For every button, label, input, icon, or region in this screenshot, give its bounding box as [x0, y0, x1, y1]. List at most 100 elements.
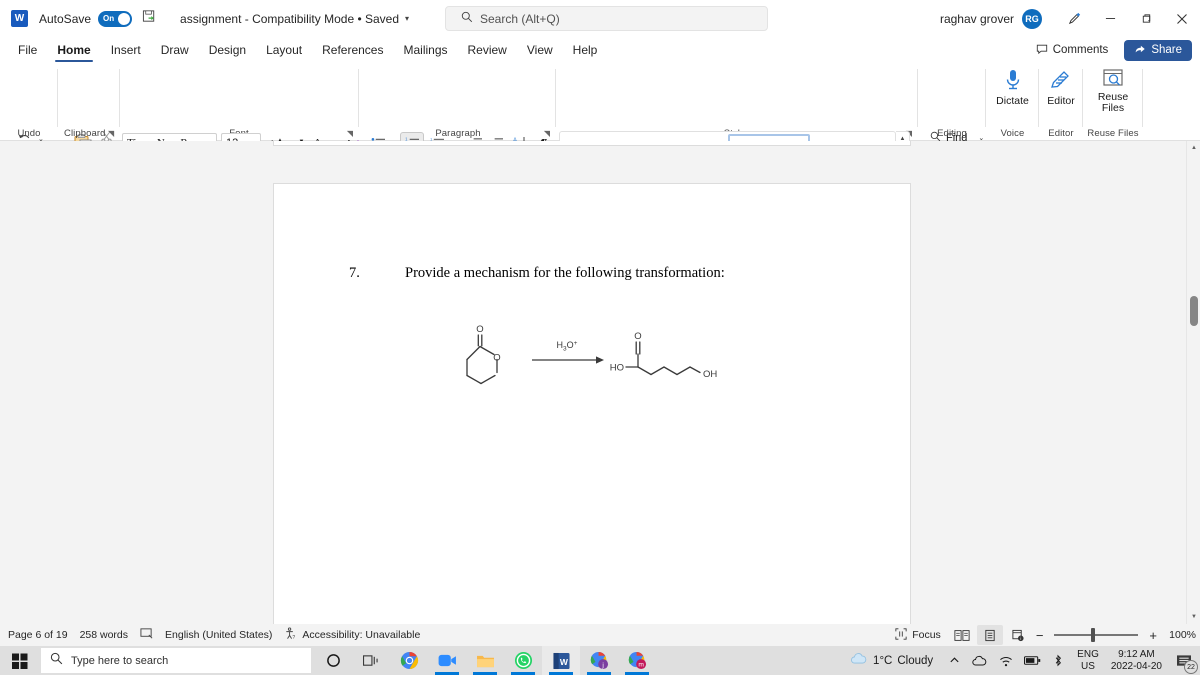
tab-draw[interactable]: Draw — [151, 37, 199, 63]
clock[interactable]: 9:12 AM 2022-04-20 — [1105, 649, 1168, 673]
language-indicator[interactable]: English (United States) — [159, 625, 278, 645]
save-icon[interactable] — [142, 9, 157, 29]
tab-help[interactable]: Help — [563, 37, 608, 63]
ribbon-group-voice: Dictate Voice — [986, 63, 1039, 141]
comment-bubble-icon — [1036, 43, 1048, 58]
tab-review[interactable]: Review — [458, 37, 517, 63]
proofing-status[interactable] — [134, 625, 159, 645]
user-name-label[interactable]: raghav grover — [940, 12, 1014, 26]
comments-button[interactable]: Comments — [1028, 40, 1117, 61]
read-mode-button[interactable] — [949, 625, 975, 645]
onedrive-icon[interactable] — [967, 646, 993, 675]
close-button[interactable] — [1164, 0, 1200, 37]
autosave-toggle[interactable]: On — [98, 11, 132, 27]
taskbar-whatsapp-icon[interactable] — [504, 646, 542, 675]
taskbar-chrome-profile-j-icon[interactable]: j — [580, 646, 618, 675]
zoom-level-label[interactable]: 100% — [1162, 629, 1196, 641]
document-canvas[interactable]: 7. Provide a mechanism for the following… — [0, 141, 1200, 624]
word-count[interactable]: 258 words — [74, 625, 134, 645]
autosave-label: AutoSave — [39, 12, 91, 26]
tab-layout[interactable]: Layout — [256, 37, 312, 63]
notification-count-badge: 22 — [1184, 660, 1198, 674]
tab-home[interactable]: Home — [47, 37, 100, 63]
page-indicator[interactable]: Page 6 of 19 — [2, 625, 74, 645]
zoom-out-button[interactable]: − — [1033, 628, 1047, 643]
tab-file[interactable]: File — [8, 37, 47, 63]
bluetooth-icon[interactable] — [1045, 646, 1071, 675]
document-page-previous — [273, 141, 911, 146]
group-label-editor: Editor — [1039, 128, 1083, 139]
zoom-in-button[interactable]: + — [1146, 628, 1160, 643]
ribbon-group-font: Font ◥ — [119, 63, 359, 141]
clipboard-dialog-launcher[interactable]: ◥ — [108, 129, 114, 138]
search-box[interactable]: Search (Alt+Q) — [445, 6, 768, 31]
clock-date: 2022-04-20 — [1111, 661, 1162, 673]
weather-temp: 1°C — [873, 655, 892, 667]
taskbar-word-icon[interactable]: W — [542, 646, 580, 675]
reuse-files-label-2: Files — [1102, 102, 1124, 114]
ribbon-group-editing: Find ⌄ bc Replace Select ⌄ Editing — [918, 63, 986, 141]
tab-mailings[interactable]: Mailings — [393, 37, 457, 63]
language-indicator[interactable]: ENG US — [1071, 649, 1105, 673]
scroll-down-arrow-icon[interactable]: ▼ — [1187, 610, 1200, 624]
taskbar-chrome-profile-m-icon[interactable]: m — [618, 646, 656, 675]
web-layout-button[interactable]: i — [1005, 625, 1031, 645]
accessibility-label: Accessibility: Unavailable — [302, 629, 420, 641]
tab-insert[interactable]: Insert — [101, 37, 151, 63]
ribbon-group-reuse-files: Reuse Files Reuse Files — [1083, 63, 1143, 141]
scrollbar-thumb[interactable] — [1190, 296, 1198, 326]
tabbar-right-actions: Comments Share — [1028, 37, 1192, 63]
reaction-scheme-image[interactable]: O O H3O+ — [454, 322, 729, 402]
document-page-current[interactable]: 7. Provide a mechanism for the following… — [273, 183, 911, 624]
editor-button[interactable]: Editor — [1039, 63, 1083, 121]
scroll-up-arrow-icon[interactable]: ▲ — [1187, 141, 1200, 155]
product-hydroxy-acid-label: HO — [610, 363, 624, 374]
chevron-down-icon[interactable]: ▾ — [405, 14, 409, 23]
cortana-icon[interactable] — [314, 646, 352, 675]
share-button[interactable]: Share — [1124, 40, 1192, 61]
battery-icon[interactable] — [1019, 646, 1045, 675]
product-terminal-hydroxyl-label: OH — [703, 369, 717, 380]
editor-label: Editor — [1047, 95, 1074, 107]
taskbar-zoom-icon[interactable] — [428, 646, 466, 675]
ribbon-group-undo: ⌄ Undo — [0, 63, 58, 141]
word-count-label: 258 words — [80, 629, 128, 641]
tab-view[interactable]: View — [517, 37, 563, 63]
taskbar-file-explorer-icon[interactable] — [466, 646, 504, 675]
input-region: US — [1081, 661, 1095, 673]
reactant-ring-oxygen-label: O — [493, 353, 500, 364]
autosave-state-label: On — [103, 13, 114, 25]
page-info-label: Page 6 of 19 — [8, 629, 68, 641]
language-label: English (United States) — [165, 629, 272, 641]
zoom-slider[interactable] — [1054, 625, 1138, 645]
notification-center-button[interactable]: 22 — [1168, 646, 1200, 675]
show-hidden-icons-chevron[interactable] — [941, 646, 967, 675]
weather-widget[interactable]: 1°C Cloudy — [842, 652, 941, 669]
print-layout-button[interactable] — [977, 625, 1003, 645]
minimize-button[interactable] — [1092, 0, 1128, 37]
accessibility-indicator[interactable]: ? Accessibility: Unavailable — [278, 625, 426, 645]
document-title[interactable]: assignment - Compatibility Mode • Saved — [180, 12, 399, 26]
vertical-scrollbar[interactable]: ▲ ▼ — [1186, 141, 1200, 624]
status-bar-right: Focus — [889, 625, 1196, 645]
tab-design[interactable]: Design — [199, 37, 256, 63]
tab-references[interactable]: References — [312, 37, 393, 63]
ink-pen-icon[interactable] — [1056, 0, 1092, 37]
ribbon-group-styles: Styles ◥ — [556, 63, 918, 141]
zoom-slider-handle[interactable] — [1091, 628, 1095, 642]
wifi-icon[interactable] — [993, 646, 1019, 675]
ribbon-group-editor: Editor Editor — [1039, 63, 1083, 141]
taskbar-chrome-icon[interactable] — [390, 646, 428, 675]
svg-text:i: i — [1020, 636, 1021, 641]
taskbar-search-box[interactable]: Type here to search — [41, 648, 311, 673]
reuse-files-button[interactable]: Reuse Files — [1083, 63, 1143, 121]
dictate-button[interactable]: Dictate — [986, 63, 1039, 121]
start-button[interactable] — [0, 646, 40, 675]
system-tray: 1°C Cloudy — [842, 646, 1200, 675]
ribbon-group-clipboard: Paste ⌄ — [58, 63, 118, 141]
avatar[interactable]: RG — [1022, 9, 1042, 29]
focus-mode-button[interactable]: Focus — [889, 625, 947, 645]
task-view-icon[interactable] — [352, 646, 390, 675]
comments-label: Comments — [1053, 44, 1109, 56]
restore-button[interactable] — [1128, 0, 1164, 37]
